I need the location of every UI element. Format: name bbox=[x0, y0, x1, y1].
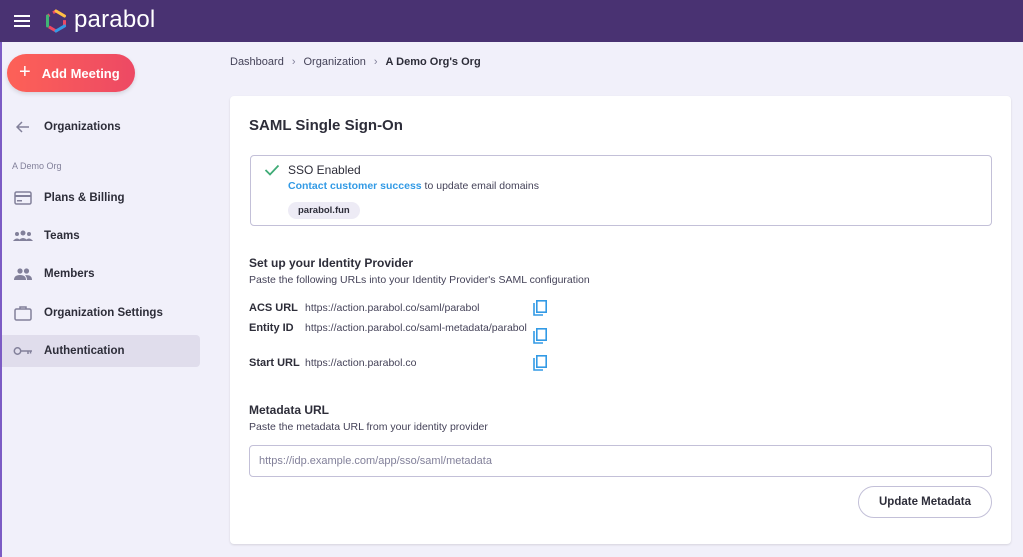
domain-chip: parabol.fun bbox=[288, 202, 360, 219]
parabol-logo[interactable]: parabol bbox=[44, 6, 156, 35]
acs-url-value: https://action.parabol.co/saml/parabol bbox=[305, 302, 480, 314]
arrow-back-icon bbox=[2, 121, 42, 133]
app-name: parabol bbox=[74, 6, 156, 33]
update-metadata-button[interactable]: Update Metadata bbox=[858, 486, 992, 518]
left-sidebar: + Add Meeting Organizations A Demo Org P… bbox=[0, 42, 206, 557]
check-icon bbox=[264, 163, 280, 182]
acs-url-label: ACS URL bbox=[249, 302, 298, 314]
members-icon bbox=[2, 268, 42, 280]
start-url-value: https://action.parabol.co bbox=[305, 357, 417, 369]
entity-id-value: https://action.parabol.co/saml-metadata/… bbox=[305, 322, 527, 334]
metadata-section-title: Metadata URL bbox=[249, 403, 330, 417]
breadcrumb-current: A Demo Org's Org bbox=[385, 56, 481, 68]
start-url-label: Start URL bbox=[249, 357, 300, 369]
copy-start-url-button[interactable] bbox=[533, 355, 547, 376]
add-meeting-button[interactable]: + Add Meeting bbox=[7, 54, 135, 92]
breadcrumb: Dashboard › Organization › A Demo Org's … bbox=[230, 56, 481, 68]
sso-status-description: Contact customer success to update email… bbox=[288, 180, 539, 192]
parabol-logo-icon bbox=[46, 9, 66, 33]
top-bar: parabol bbox=[0, 0, 1023, 42]
teams-icon bbox=[2, 230, 42, 242]
back-to-organizations[interactable]: Organizations bbox=[2, 111, 200, 143]
sidebar-item-plans-billing[interactable]: Plans & Billing bbox=[2, 182, 200, 214]
credit-card-icon bbox=[2, 191, 42, 205]
copy-icon bbox=[533, 328, 547, 344]
hamburger-menu-button[interactable] bbox=[0, 0, 44, 42]
sso-status-title: SSO Enabled bbox=[288, 163, 361, 177]
sso-desc-suffix: to update email domains bbox=[421, 180, 539, 192]
start-url-row: Start URL https://action.parabol.co bbox=[249, 356, 579, 370]
briefcase-icon bbox=[2, 305, 42, 321]
sidebar-item-label: Plans & Billing bbox=[44, 192, 125, 204]
sidebar-item-label: Teams bbox=[44, 230, 80, 242]
copy-acs-url-button[interactable] bbox=[533, 300, 547, 321]
breadcrumb-organization[interactable]: Organization bbox=[304, 56, 366, 68]
plus-icon: + bbox=[19, 61, 31, 83]
sidebar-item-members[interactable]: Members bbox=[2, 258, 200, 290]
back-label: Organizations bbox=[44, 121, 121, 133]
org-section-label: A Demo Org bbox=[12, 161, 62, 171]
sidebar-item-authentication[interactable]: Authentication bbox=[2, 335, 200, 367]
copy-entity-id-button[interactable] bbox=[533, 328, 547, 349]
chevron-right-icon: › bbox=[291, 56, 296, 68]
hamburger-icon bbox=[14, 15, 30, 27]
entity-id-row: Entity ID https://action.parabol.co/saml… bbox=[249, 321, 579, 335]
entity-id-label: Entity ID bbox=[249, 322, 294, 334]
copy-icon bbox=[533, 300, 547, 316]
contact-customer-success-link[interactable]: Contact customer success bbox=[288, 180, 422, 192]
sidebar-item-label: Members bbox=[44, 268, 95, 280]
key-icon bbox=[2, 346, 42, 356]
acs-url-row: ACS URL https://action.parabol.co/saml/p… bbox=[249, 301, 579, 315]
idp-section-description: Paste the following URLs into your Ident… bbox=[249, 274, 590, 286]
sso-status-box: SSO Enabled Contact customer success to … bbox=[250, 155, 992, 226]
sidebar-item-teams[interactable]: Teams bbox=[2, 220, 200, 252]
copy-icon bbox=[533, 355, 547, 371]
metadata-url-input[interactable] bbox=[249, 445, 992, 477]
chevron-right-icon: › bbox=[373, 56, 378, 68]
sidebar-item-label: Organization Settings bbox=[44, 307, 163, 319]
sidebar-item-label: Authentication bbox=[44, 345, 125, 357]
idp-section-title: Set up your Identity Provider bbox=[249, 256, 414, 270]
saml-settings-card: SAML Single Sign-On SSO Enabled Contact … bbox=[230, 96, 1011, 544]
page-title: SAML Single Sign-On bbox=[249, 117, 403, 134]
add-meeting-label: Add Meeting bbox=[41, 65, 120, 81]
breadcrumb-dashboard[interactable]: Dashboard bbox=[230, 56, 284, 68]
metadata-section-description: Paste the metadata URL from your identit… bbox=[249, 421, 488, 433]
sidebar-item-organization-settings[interactable]: Organization Settings bbox=[2, 297, 200, 329]
